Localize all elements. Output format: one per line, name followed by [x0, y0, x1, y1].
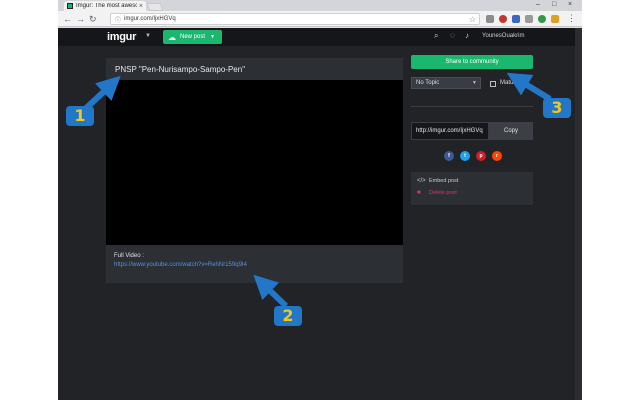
annotation-arrows [79, 72, 552, 309]
annotation-marker-label: 2 [282, 306, 294, 325]
annotation-marker-label: 1 [74, 106, 86, 125]
annotation-marker-3: 3 [543, 98, 571, 118]
annotation-marker-2: 2 [274, 306, 302, 326]
annotation-arrow-2 [253, 274, 289, 309]
annotation-arrow-3 [506, 72, 552, 102]
annotation-marker-label: 3 [551, 98, 563, 117]
annotation-marker-1: 1 [66, 106, 94, 126]
